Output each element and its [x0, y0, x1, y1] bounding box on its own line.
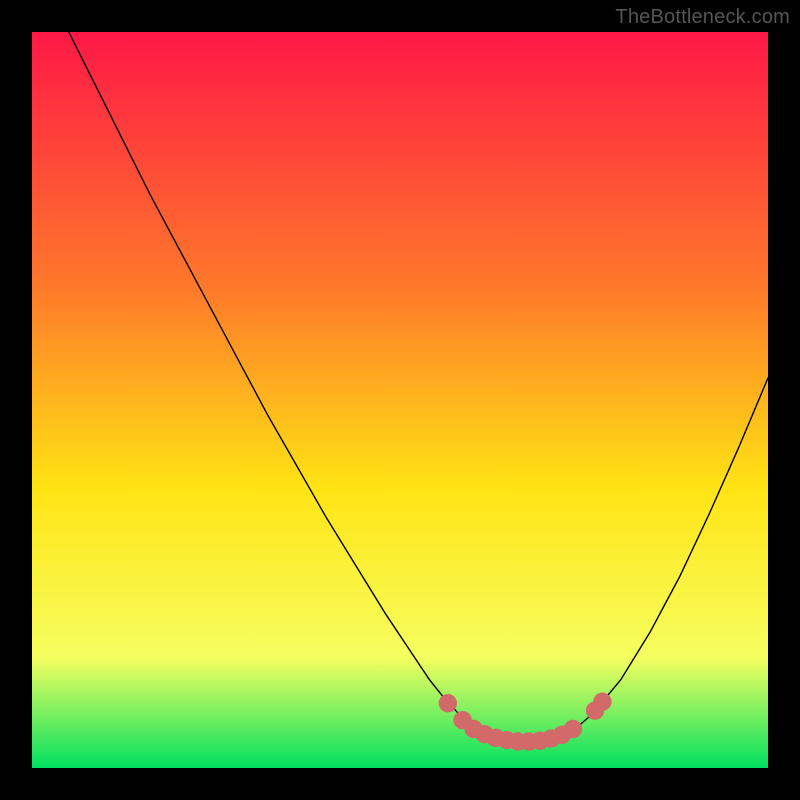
- bottleneck-chart: [32, 32, 768, 768]
- chart-frame: TheBottleneck.com: [0, 0, 800, 800]
- optimal-marker: [439, 694, 457, 712]
- gradient-background: [32, 32, 768, 768]
- watermark-text: TheBottleneck.com: [615, 6, 790, 29]
- optimal-marker: [593, 693, 611, 711]
- optimal-marker: [564, 720, 582, 738]
